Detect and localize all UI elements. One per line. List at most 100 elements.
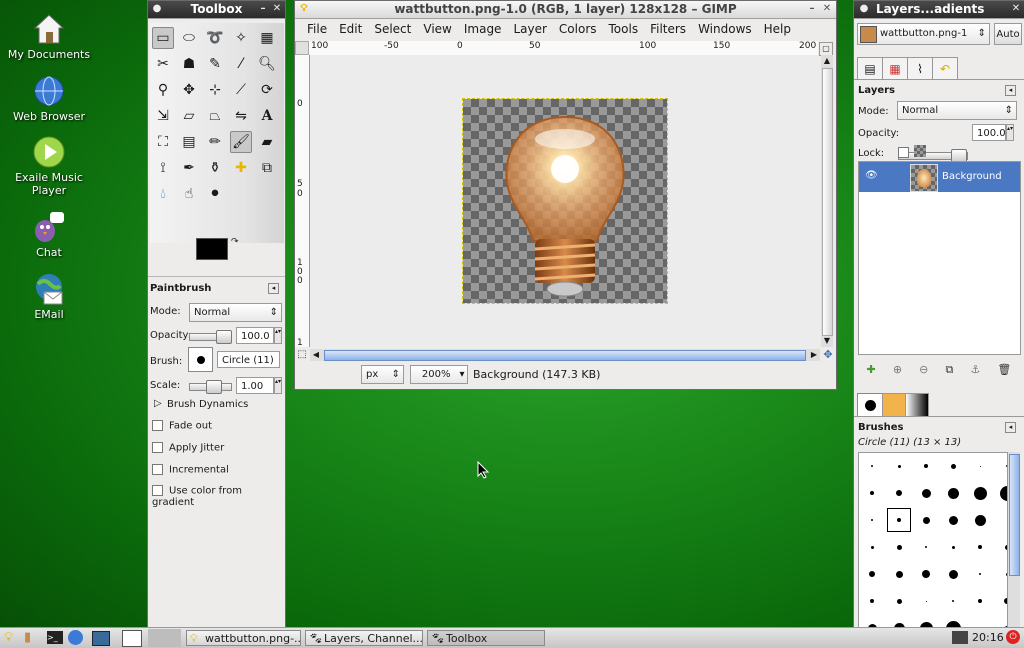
smudge-tool-icon[interactable]: ☝ (178, 183, 200, 205)
rotate-tool-icon[interactable]: ⟳ (256, 79, 278, 101)
image-titlebar[interactable]: 💡︎ wattbutton.png-1.0 (RGB, 1 layer) 128… (295, 1, 836, 19)
layer-mode-select[interactable]: Normal ⇕ (897, 101, 1017, 120)
gimp-launcher-icon[interactable]: 💡︎ (4, 630, 13, 645)
perspective-tool-icon[interactable]: ⏢ (204, 105, 226, 127)
brush-cell[interactable] (940, 534, 966, 560)
mode-select[interactable]: Normal ⇕ (189, 303, 282, 322)
apply-jitter-checkbox[interactable]: Apply Jitter (152, 442, 285, 454)
pencil-tool-icon[interactable]: ✏ (204, 131, 226, 153)
brush-cell[interactable] (994, 588, 1007, 614)
power-icon[interactable]: ⏻ (1006, 630, 1020, 644)
canvas-area[interactable] (310, 55, 818, 347)
eraser-tool-icon[interactable]: ▰ (256, 131, 278, 153)
menu-colors[interactable]: Colors (553, 22, 603, 36)
shear-tool-icon[interactable]: ▱ (178, 105, 200, 127)
scroll-right-icon[interactable]: ▶ (808, 349, 820, 361)
slider-knob[interactable] (216, 330, 232, 344)
brush-cell[interactable] (859, 453, 885, 479)
brush-cell[interactable] (967, 534, 993, 560)
color-select-tool-icon[interactable]: ▦ (256, 27, 278, 49)
brush-cell[interactable] (994, 453, 1007, 479)
desktop-icon-email[interactable]: EMail (4, 272, 94, 321)
desktop-icon-exaile[interactable]: Exaile Music Player (4, 135, 94, 197)
brush-cell[interactable] (886, 507, 912, 533)
show-desktop-icon[interactable] (92, 631, 110, 646)
panel-menu-icon[interactable]: ◂ (1005, 422, 1016, 433)
menu-view[interactable]: View (417, 22, 457, 36)
brush-cell[interactable] (913, 453, 939, 479)
scale-input[interactable]: 1.00 (236, 377, 274, 394)
brush-cell[interactable] (859, 588, 885, 614)
brush-cell[interactable] (940, 588, 966, 614)
brush-cell[interactable] (859, 507, 885, 533)
brush-cell[interactable] (913, 534, 939, 560)
slider-knob[interactable] (206, 380, 222, 394)
brush-cell[interactable] (886, 561, 912, 587)
desktop-icon-chat[interactable]: Chat (4, 210, 94, 259)
fade-out-checkbox[interactable]: Fade out (152, 420, 285, 432)
terminal-launcher-icon[interactable]: >_ (47, 631, 63, 644)
gimp-bulb-icon[interactable]: 💡︎ (298, 3, 310, 15)
brush-cell[interactable] (994, 561, 1007, 587)
checkbox-box[interactable] (152, 485, 163, 496)
brush-cell[interactable] (967, 588, 993, 614)
free-select-tool-icon[interactable]: ➰ (204, 27, 226, 49)
brush-cell[interactable] (967, 453, 993, 479)
anchor-layer-icon[interactable]: ⚓︎ (970, 363, 980, 377)
navigation-icon[interactable]: ✥ (822, 349, 834, 361)
menu-file[interactable]: File (301, 22, 333, 36)
menu-select[interactable]: Select (368, 22, 417, 36)
brush-cell[interactable] (994, 480, 1007, 506)
clone-tool-icon[interactable]: ⚱ (204, 157, 226, 179)
checkbox-box[interactable] (152, 464, 163, 475)
task-image-window[interactable]: 💡︎ wattbutton.png-... (186, 630, 301, 646)
brush-cell[interactable] (886, 588, 912, 614)
brush-cell[interactable] (940, 561, 966, 587)
layer-opacity-spin[interactable]: ▴▾ (1006, 124, 1014, 141)
navigate-icon[interactable]: ▢ (819, 42, 833, 56)
brush-cell[interactable] (967, 561, 993, 587)
brush-cell[interactable] (913, 507, 939, 533)
foreground-select-tool-icon[interactable]: ☗ (178, 53, 200, 75)
brush-grid[interactable] (858, 452, 1008, 629)
swap-colors-icon[interactable]: ↷ (231, 237, 239, 247)
scale-slider[interactable] (189, 380, 232, 394)
close-icon[interactable]: ✕ (271, 3, 283, 15)
image-canvas[interactable] (462, 98, 668, 304)
duplicate-layer-icon[interactable]: ⧉ (945, 363, 953, 377)
layer-name[interactable]: Background (942, 171, 1002, 182)
layers-titlebar[interactable]: ● Layers...adients ✕ (854, 1, 1024, 19)
opacity-input[interactable]: 100.0 (236, 327, 274, 344)
menu-help[interactable]: Help (758, 22, 797, 36)
flip-tool-icon[interactable]: ⇋ (230, 105, 252, 127)
task-toolbox[interactable]: 🐾︎ Toolbox (427, 630, 545, 646)
lock-alpha-icon[interactable] (914, 145, 926, 157)
incremental-checkbox[interactable]: Incremental (152, 464, 285, 476)
browser-launcher-icon[interactable] (68, 630, 83, 645)
layer-list[interactable]: 👁︎ Background (858, 161, 1021, 355)
brush-cell[interactable] (967, 480, 993, 506)
minimize-icon[interactable]: – (257, 3, 269, 15)
lock-pixels-checkbox[interactable] (898, 147, 909, 158)
checkbox-box[interactable] (152, 442, 163, 453)
workspace-2[interactable] (148, 629, 181, 647)
perspective-clone-tool-icon[interactable]: ⧉ (256, 157, 278, 179)
brush-scrollbar[interactable] (1008, 452, 1020, 627)
heal-tool-icon[interactable]: ✚ (230, 157, 252, 179)
network-tray-icon[interactable] (952, 631, 968, 644)
brush-cell[interactable] (940, 480, 966, 506)
scale-spin[interactable]: ▴▾ (274, 377, 282, 394)
menu-layer[interactable]: Layer (507, 22, 552, 36)
brush-cell[interactable] (994, 534, 1007, 560)
desktop-icon-web-browser[interactable]: Web Browser (4, 74, 94, 123)
fuzzy-select-tool-icon[interactable]: ✧ (230, 27, 252, 49)
task-layers-window[interactable]: 🐾︎ Layers, Channel... (305, 630, 423, 646)
vertical-scrollbar[interactable]: ▲ ▼ (821, 55, 833, 347)
brush-preview-button[interactable] (188, 347, 213, 372)
move-tool-icon[interactable]: ✥ (178, 79, 200, 101)
brush-cell[interactable] (859, 480, 885, 506)
blend-tool-icon[interactable]: ▤ (178, 131, 200, 153)
bucket-fill-tool-icon[interactable]: ⛶ (152, 131, 174, 153)
ruler-corner[interactable] (295, 41, 309, 55)
scale-tool-icon[interactable]: ⇲ (152, 105, 174, 127)
